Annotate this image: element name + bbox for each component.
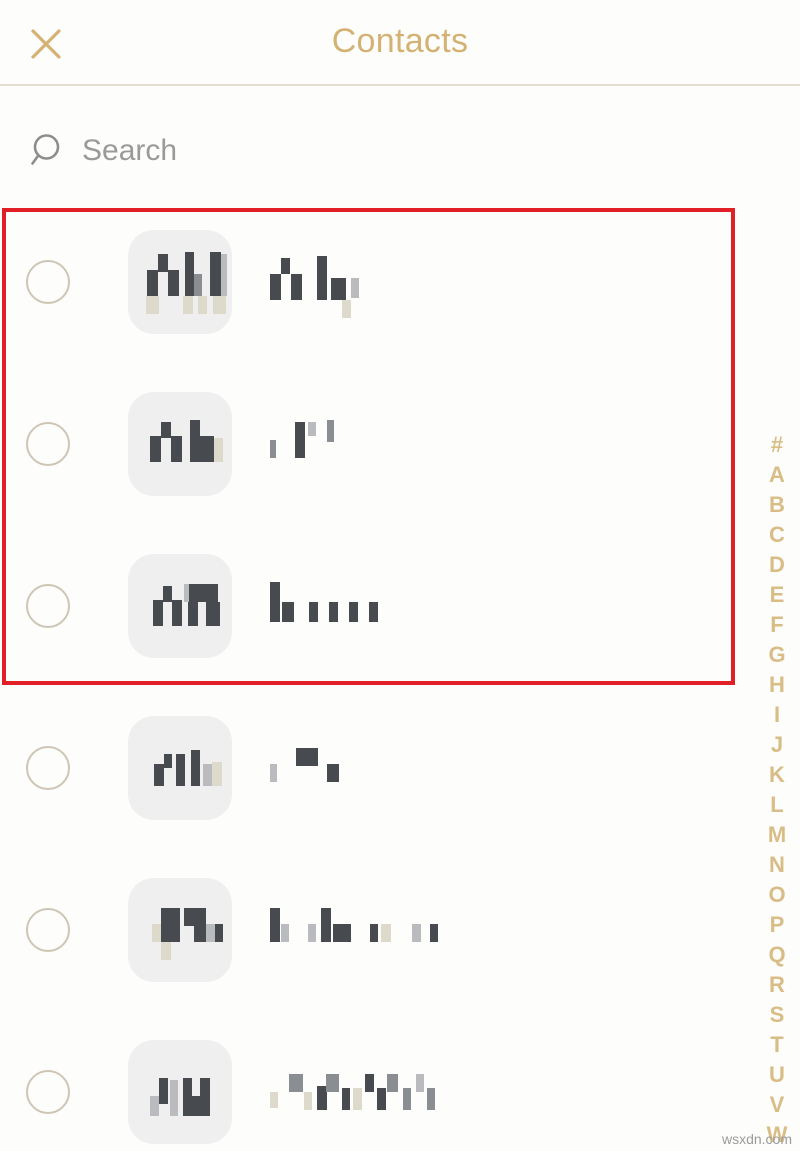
page-title: Contacts — [331, 22, 469, 60]
contact-select-radio[interactable] — [26, 422, 70, 466]
alpha-index-letter[interactable]: Q — [754, 940, 800, 970]
alpha-index-letter[interactable]: T — [754, 1030, 800, 1060]
contact-select-radio[interactable] — [26, 584, 70, 628]
contact-list — [0, 208, 745, 1151]
list-item[interactable] — [0, 694, 745, 856]
alpha-index-letter[interactable]: F — [754, 610, 800, 640]
avatar — [128, 716, 232, 820]
list-item[interactable] — [0, 208, 745, 370]
avatar — [128, 1040, 232, 1144]
alpha-index-letter[interactable]: B — [754, 490, 800, 520]
avatar — [128, 392, 232, 496]
contact-select-radio[interactable] — [26, 746, 70, 790]
avatar — [128, 554, 232, 658]
alpha-index-letter[interactable]: V — [754, 1090, 800, 1120]
watermark: wsxdn.com — [721, 1131, 792, 1147]
search-input[interactable] — [82, 130, 642, 172]
contacts-screen: Contacts Search # A B C D E F G H I J K … — [0, 0, 800, 1151]
list-item[interactable] — [0, 532, 745, 694]
alpha-index-letter[interactable]: A — [754, 460, 800, 490]
search-bar[interactable] — [0, 86, 800, 208]
contact-name — [270, 1066, 435, 1110]
alpha-index-letter[interactable]: L — [754, 790, 800, 820]
alphabet-index[interactable]: # A B C D E F G H I J K L M N O P Q R S … — [754, 430, 800, 1150]
contact-name — [270, 418, 334, 462]
alpha-index-letter[interactable]: U — [754, 1060, 800, 1090]
alpha-index-letter[interactable]: O — [754, 880, 800, 910]
alpha-index-letter[interactable]: # — [754, 430, 800, 460]
list-item[interactable] — [0, 370, 745, 532]
list-item[interactable] — [0, 1018, 745, 1151]
alpha-index-letter[interactable]: E — [754, 580, 800, 610]
alpha-index-letter[interactable]: C — [754, 520, 800, 550]
alpha-index-letter[interactable]: P — [754, 910, 800, 940]
avatar — [128, 230, 232, 334]
alpha-index-letter[interactable]: H — [754, 670, 800, 700]
search-icon — [30, 132, 68, 170]
alpha-index-letter[interactable]: S — [754, 1000, 800, 1030]
alpha-index-letter[interactable]: M — [754, 820, 800, 850]
alpha-index-letter[interactable]: N — [754, 850, 800, 880]
header-bar: Contacts — [0, 0, 800, 86]
contact-name — [270, 256, 359, 318]
contact-select-radio[interactable] — [26, 1070, 70, 1114]
contact-name — [270, 904, 438, 948]
contact-name — [270, 580, 378, 624]
alpha-index-letter[interactable]: R — [754, 970, 800, 1000]
avatar — [128, 878, 232, 982]
alpha-index-letter[interactable]: D — [754, 550, 800, 580]
contact-select-radio[interactable] — [26, 908, 70, 952]
alpha-index-letter[interactable]: I — [754, 700, 800, 730]
contact-name — [270, 742, 339, 786]
alpha-index-letter[interactable]: K — [754, 760, 800, 790]
list-item[interactable] — [0, 856, 745, 1018]
contact-select-radio[interactable] — [26, 260, 70, 304]
alpha-index-letter[interactable]: J — [754, 730, 800, 760]
alpha-index-letter[interactable]: G — [754, 640, 800, 670]
